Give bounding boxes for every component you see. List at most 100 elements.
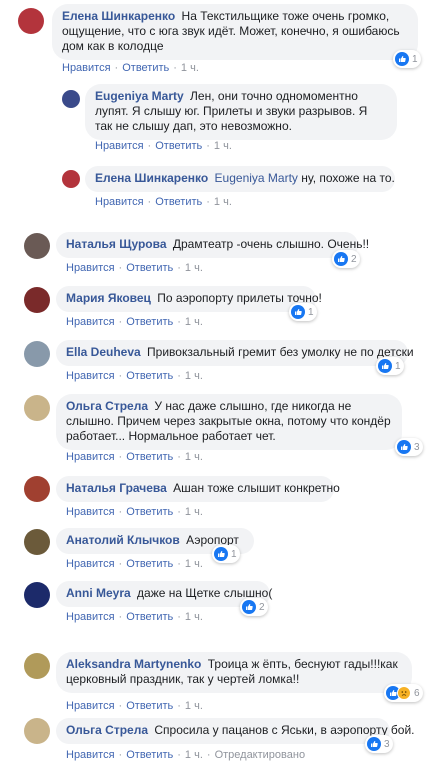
timestamp[interactable]: 1 ч. <box>214 196 232 208</box>
timestamp[interactable]: 1 ч. <box>185 262 203 274</box>
timestamp[interactable]: 1 ч. <box>185 749 203 761</box>
author-name[interactable]: Елена Шинкаренко <box>95 171 208 185</box>
like-link[interactable]: Нравится <box>66 262 115 274</box>
edited-label[interactable]: Отредактировано <box>215 749 306 761</box>
avatar[interactable] <box>18 8 44 34</box>
reaction-badge[interactable]: 3 <box>365 735 393 753</box>
sad-icon <box>397 686 411 700</box>
comment-actions: Нравится · Ответить · 1 ч. <box>66 370 203 382</box>
author-name[interactable]: Anni Meyra <box>66 586 131 600</box>
timestamp[interactable]: 1 ч. <box>214 140 232 152</box>
comment-actions: Нравится · Ответить · 1 ч. · Отредактировано <box>66 749 306 761</box>
reply-link[interactable]: Ответить <box>126 370 173 382</box>
comment-actions: Нравится · Ответить · 1 ч. <box>66 700 203 712</box>
like-link[interactable]: Нравится <box>66 611 115 623</box>
reply-link[interactable]: Ответить <box>155 196 202 208</box>
timestamp[interactable]: 1 ч. <box>185 700 203 712</box>
reaction-badge[interactable]: 6 <box>384 684 423 702</box>
comment-actions: Нравится · Ответить · 1 ч. <box>66 558 203 570</box>
author-name[interactable]: Eugeniya Marty <box>95 89 184 103</box>
author-name[interactable]: Анатолий Клычков <box>66 533 180 547</box>
author-name[interactable]: Aleksandra Martynenko <box>66 657 201 671</box>
comment-bubble: Aleksandra Martynenko Троица ж ёпть, бес… <box>56 652 412 693</box>
author-name[interactable]: Мария Яковец <box>66 291 151 305</box>
reaction-badge[interactable]: 1 <box>393 50 421 68</box>
reaction-count: 2 <box>351 253 357 265</box>
reply-link[interactable]: Ответить <box>155 140 202 152</box>
reaction-count: 1 <box>395 360 401 372</box>
like-link[interactable]: Нравится <box>66 316 115 328</box>
author-name[interactable]: Ella Deuheva <box>66 345 141 359</box>
reply-link[interactable]: Ответить <box>126 700 173 712</box>
timestamp[interactable]: 1 ч. <box>181 62 199 74</box>
avatar[interactable] <box>24 233 50 259</box>
reply-link[interactable]: Ответить <box>126 451 173 463</box>
comment-bubble: Наталья Грачева Ашан тоже слышит конкрет… <box>56 476 340 502</box>
reply-link[interactable]: Ответить <box>126 749 173 761</box>
reaction-badge[interactable]: 1 <box>376 357 404 375</box>
reply-link[interactable]: Ответить <box>126 611 173 623</box>
comment-bubble: Ольга Стрела Спросила у пацанов с Яськи,… <box>56 718 415 744</box>
author-name[interactable]: Елена Шинкаренко <box>62 9 175 23</box>
reply-link[interactable]: Ответить <box>126 316 173 328</box>
avatar[interactable] <box>62 90 80 108</box>
avatar[interactable] <box>24 341 50 367</box>
author-name[interactable]: Ольга Стрела <box>66 723 148 737</box>
like-icon <box>242 600 256 614</box>
like-link[interactable]: Нравится <box>66 506 115 518</box>
like-link[interactable]: Нравится <box>66 558 115 570</box>
comment-actions: Нравится · Ответить · 1 ч. <box>66 506 203 518</box>
like-link[interactable]: Нравится <box>66 749 115 761</box>
comment-bubble: Ольга Стрела У нас даже слышно, где нико… <box>56 394 402 450</box>
avatar[interactable] <box>24 718 50 744</box>
timestamp[interactable]: 1 ч. <box>185 611 203 623</box>
like-icon <box>378 359 392 373</box>
avatar[interactable] <box>62 170 80 188</box>
timestamp[interactable]: 1 ч. <box>185 558 203 570</box>
reaction-count: 2 <box>259 601 265 613</box>
reaction-count: 1 <box>231 548 237 560</box>
avatar[interactable] <box>24 287 50 313</box>
reaction-badge[interactable]: 1 <box>212 545 240 563</box>
avatar[interactable] <box>24 476 50 502</box>
comment-bubble: Eugeniya Marty Лен, они точно одномомент… <box>85 84 397 140</box>
reaction-count: 1 <box>308 306 314 318</box>
avatar[interactable] <box>24 653 50 679</box>
comment-bubble: Мария Яковец По аэропорту прилеты точно! <box>56 286 322 312</box>
like-icon <box>214 547 228 561</box>
author-name[interactable]: Наталья Грачева <box>66 481 167 495</box>
reply-link[interactable]: Ответить <box>126 506 173 518</box>
comment-actions: Нравится · Ответить · 1 ч. <box>62 62 199 74</box>
like-link[interactable]: Нравится <box>66 700 115 712</box>
reply-link[interactable]: Ответить <box>126 558 173 570</box>
reaction-count: 3 <box>414 441 420 453</box>
timestamp[interactable]: 1 ч. <box>185 370 203 382</box>
comment-bubble: Anni Meyra даже на Щетке слышно( <box>56 581 272 607</box>
reaction-badge[interactable]: 3 <box>395 438 423 456</box>
author-name[interactable]: Ольга Стрела <box>66 399 148 413</box>
reaction-count: 6 <box>414 687 420 699</box>
comment-actions: Нравится · Ответить · 1 ч. <box>95 196 232 208</box>
comment-text: Драмтеатр -очень слышно. Очень!! <box>172 237 370 251</box>
like-link[interactable]: Нравится <box>66 370 115 382</box>
timestamp[interactable]: 1 ч. <box>185 506 203 518</box>
like-link[interactable]: Нравится <box>95 140 144 152</box>
comment-bubble: Ella Deuheva Привокзальный гремит без ум… <box>56 340 414 366</box>
reaction-badge[interactable]: 2 <box>332 250 360 268</box>
like-icon <box>291 305 305 319</box>
author-name[interactable]: Наталья Щурова <box>66 237 167 251</box>
like-link[interactable]: Нравится <box>66 451 115 463</box>
avatar[interactable] <box>24 582 50 608</box>
reaction-badge[interactable]: 2 <box>240 598 268 616</box>
reaction-badge[interactable]: 1 <box>289 303 317 321</box>
like-link[interactable]: Нравится <box>62 62 111 74</box>
avatar[interactable] <box>24 529 50 555</box>
like-link[interactable]: Нравится <box>95 196 144 208</box>
comment-text: Привокзальный гремит без умолку не по де… <box>147 345 414 359</box>
mention[interactable]: Eugeniya Marty <box>215 171 298 185</box>
reply-link[interactable]: Ответить <box>122 62 169 74</box>
reply-link[interactable]: Ответить <box>126 262 173 274</box>
avatar[interactable] <box>24 395 50 421</box>
timestamp[interactable]: 1 ч. <box>185 451 203 463</box>
timestamp[interactable]: 1 ч. <box>185 316 203 328</box>
